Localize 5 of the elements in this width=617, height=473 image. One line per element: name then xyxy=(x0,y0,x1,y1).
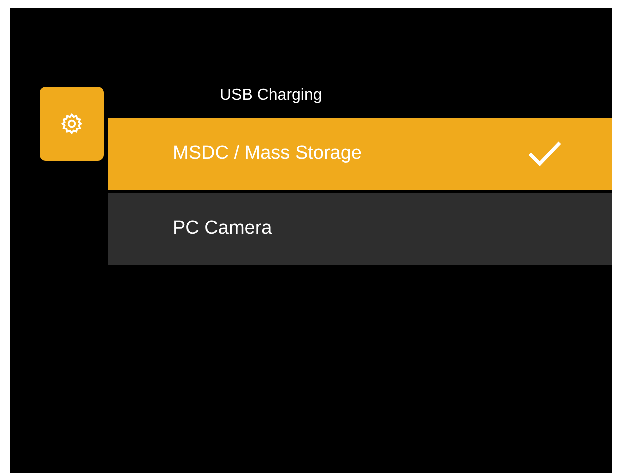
menu-title: USB Charging xyxy=(220,86,322,106)
settings-tab[interactable] xyxy=(40,87,104,161)
menu-option[interactable]: PC Camera xyxy=(108,193,612,265)
settings-icon xyxy=(61,113,83,135)
checkmark-icon xyxy=(528,141,562,167)
